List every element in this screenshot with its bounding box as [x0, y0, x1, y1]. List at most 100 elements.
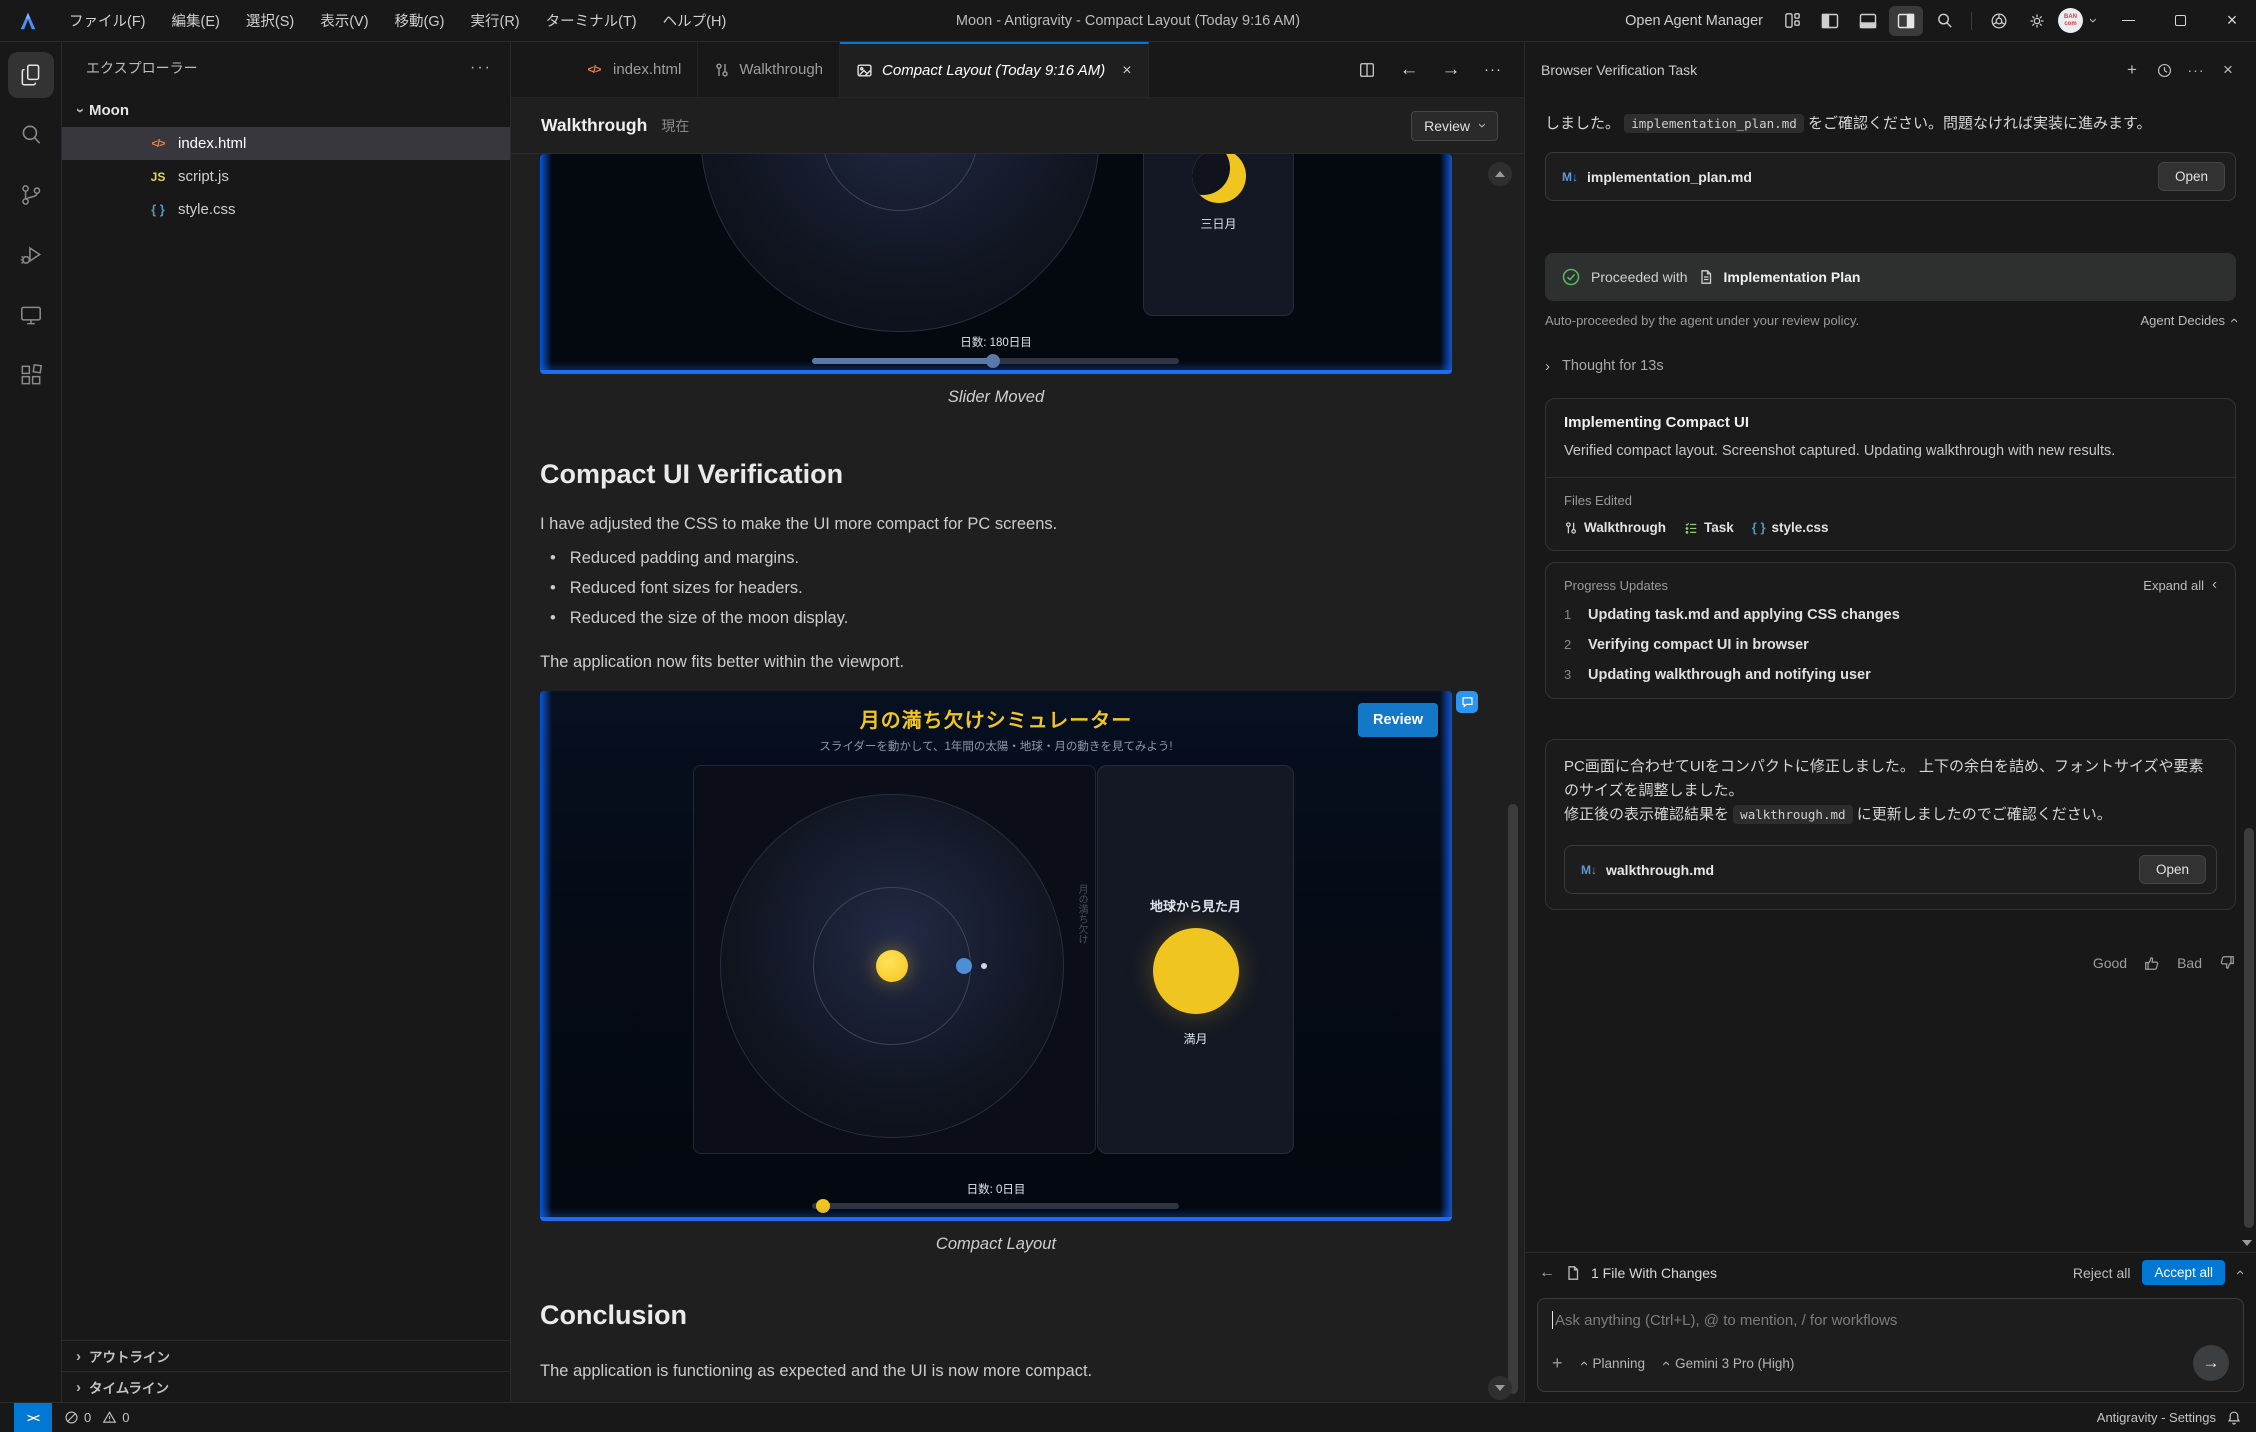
file-index-html[interactable]: </> index.html	[62, 127, 510, 160]
menu-file[interactable]: ファイル(F)	[56, 0, 159, 42]
search-sidebar-icon[interactable]	[8, 112, 54, 158]
screenshot-compact-layout[interactable]: 月の満ち欠けシミュレーター スライダーを動かして、1年間の太陽・地球・月の動きを…	[540, 691, 1452, 1221]
agent-panel-title: Browser Verification Task	[1541, 62, 1697, 78]
review-image-button[interactable]: Review	[1358, 703, 1438, 737]
progress-item[interactable]: 2Verifying compact UI in browser	[1564, 637, 2217, 653]
review-dropdown-button[interactable]: Review ›	[1411, 111, 1498, 141]
edited-file-task[interactable]: Task	[1684, 520, 1734, 535]
accept-all-button[interactable]: Accept all	[2142, 1260, 2225, 1285]
toggle-left-panel-icon[interactable]	[1813, 6, 1847, 36]
editor-scrollbar[interactable]	[1508, 804, 1518, 1394]
split-editor-icon[interactable]	[1350, 53, 1384, 87]
menu-go[interactable]: 移動(G)	[382, 0, 458, 42]
comment-badge-icon[interactable]	[1456, 691, 1478, 713]
reject-all-button[interactable]: Reject all	[2073, 1265, 2131, 1281]
menu-run[interactable]: 実行(R)	[457, 0, 532, 42]
menu-edit[interactable]: 編集(E)	[159, 0, 233, 42]
account-avatar[interactable]: BAN com	[2058, 8, 2083, 33]
restore-button[interactable]	[2156, 0, 2204, 42]
collapse-chevron-icon[interactable]: ›	[2232, 1270, 2247, 1275]
slider-thumb[interactable]	[986, 354, 1000, 368]
tab-walkthrough[interactable]: Walkthrough	[698, 42, 840, 97]
agent-conversation[interactable]: しました。 implementation_plan.md をご確認ください。問題…	[1525, 98, 2256, 1252]
open-agent-manager-button[interactable]: Open Agent Manager	[1625, 13, 1763, 29]
source-control-icon[interactable]	[8, 172, 54, 218]
account-chevron-icon[interactable]: ›	[2086, 18, 2101, 23]
chat-input-box[interactable]: Ask anything (Ctrl+L), @ to mention, / f…	[1537, 1298, 2244, 1392]
file-script-js[interactable]: JS script.js	[62, 160, 510, 193]
progress-item[interactable]: 1Updating task.md and applying CSS chang…	[1564, 607, 2217, 623]
panel-more-icon[interactable]: ···	[2180, 55, 2212, 85]
walkthrough-document[interactable]: 三日月 日数: 180日目 Slider Moved Compact UI Ve…	[511, 154, 1524, 1402]
close-button[interactable]: ×	[2208, 0, 2256, 42]
new-task-icon[interactable]: +	[2116, 55, 2148, 85]
run-debug-icon[interactable]	[8, 232, 54, 278]
day-slider[interactable]	[812, 358, 1179, 364]
search-icon[interactable]	[1927, 6, 1961, 36]
edited-file-walkthrough[interactable]: Walkthrough	[1564, 520, 1666, 535]
remote-indicator[interactable]: ><	[14, 1403, 52, 1432]
menu-help[interactable]: ヘルプ(H)	[650, 0, 740, 42]
tab-index-html[interactable]: </> index.html	[568, 42, 698, 97]
thumbs-down-icon[interactable]	[2218, 954, 2236, 972]
extensions-icon[interactable]	[8, 352, 54, 398]
crescent-moon	[1192, 154, 1246, 203]
problems-indicator[interactable]: 0 0	[64, 1410, 129, 1425]
toggle-right-panel-icon[interactable]	[1889, 6, 1923, 36]
file-style-css[interactable]: { } style.css	[62, 193, 510, 226]
agent-decides-dropdown[interactable]: Agent Decides ›	[2140, 313, 2236, 328]
model-selector[interactable]: › Gemini 3 Pro (High)	[1663, 1356, 1794, 1371]
send-button[interactable]: →	[2193, 1345, 2229, 1381]
thought-toggle[interactable]: › Thought for 13s	[1545, 358, 2236, 374]
status-bar: >< 0 0 Antigravity - Settings	[0, 1402, 2256, 1432]
explorer-icon[interactable]	[8, 52, 54, 98]
customize-layout-icon[interactable]	[1775, 6, 1809, 36]
proceeded-target[interactable]: Implementation Plan	[1724, 269, 1861, 285]
scroll-down-button[interactable]	[1488, 1376, 1512, 1400]
menu-selection[interactable]: 選択(S)	[233, 0, 307, 42]
open-walkthrough-button[interactable]: Open	[2139, 855, 2206, 884]
bell-icon[interactable]	[2226, 1410, 2242, 1426]
file-icon	[1565, 1265, 1581, 1281]
history-icon[interactable]	[2148, 55, 2180, 85]
edited-file-style-css[interactable]: { } style.css	[1752, 520, 1829, 535]
back-icon[interactable]: ←	[1539, 1264, 1555, 1282]
mode-selector[interactable]: › Planning	[1581, 1356, 1646, 1371]
navigate-forward-icon[interactable]: →	[1434, 53, 1468, 87]
error-icon	[64, 1410, 79, 1425]
day-slider[interactable]	[812, 1203, 1179, 1209]
progress-item[interactable]: 3Updating walkthrough and notifying user	[1564, 667, 2217, 683]
attach-plus-icon[interactable]: +	[1552, 1353, 1563, 1374]
bad-button[interactable]: Bad	[2177, 955, 2202, 971]
menu-view[interactable]: 表示(V)	[307, 0, 381, 42]
menu-terminal[interactable]: ターミナル(T)	[533, 0, 650, 42]
agent-scroll-down-icon[interactable]	[2242, 1240, 2252, 1246]
open-plan-button[interactable]: Open	[2158, 162, 2225, 191]
toggle-bottom-panel-icon[interactable]	[1851, 6, 1885, 36]
expand-all-button[interactable]: Expand all ›	[2143, 578, 2217, 593]
outline-section[interactable]: › アウトライン	[62, 1340, 510, 1371]
tab-close-icon[interactable]: ×	[1122, 62, 1131, 80]
agent-scrollbar[interactable]	[2244, 828, 2254, 1228]
remote-explorer-icon[interactable]	[8, 292, 54, 338]
thumbs-up-icon[interactable]	[2143, 954, 2161, 972]
settings-gear-icon[interactable]	[2020, 6, 2054, 36]
timeline-section[interactable]: › タイムライン	[62, 1371, 510, 1402]
editor-more-icon[interactable]: ···	[1476, 53, 1510, 87]
tab-compact-layout[interactable]: Compact Layout (Today 9:16 AM) ×	[840, 42, 1149, 97]
implementation-plan-file-card[interactable]: M↓ implementation_plan.md Open	[1545, 152, 2236, 201]
folder-moon[interactable]: › Moon	[62, 94, 510, 127]
antigravity-settings[interactable]: Antigravity - Settings	[2097, 1410, 2216, 1425]
screenshot-slider-moved[interactable]: 三日月 日数: 180日目	[540, 154, 1452, 374]
chrome-icon[interactable]	[1982, 6, 2016, 36]
walkthrough-icon	[1564, 521, 1578, 535]
panel-close-icon[interactable]: ×	[2212, 55, 2244, 85]
good-button[interactable]: Good	[2093, 955, 2127, 971]
walkthrough-file-card[interactable]: M↓ walkthrough.md Open	[1564, 845, 2217, 894]
slider-thumb[interactable]	[816, 1199, 830, 1213]
explorer-more-icon[interactable]: ···	[470, 59, 492, 77]
navigate-back-icon[interactable]: ←	[1392, 53, 1426, 87]
scroll-up-button[interactable]	[1488, 162, 1512, 186]
minimize-button[interactable]	[2104, 0, 2152, 42]
css-file-icon: { }	[1752, 520, 1766, 535]
